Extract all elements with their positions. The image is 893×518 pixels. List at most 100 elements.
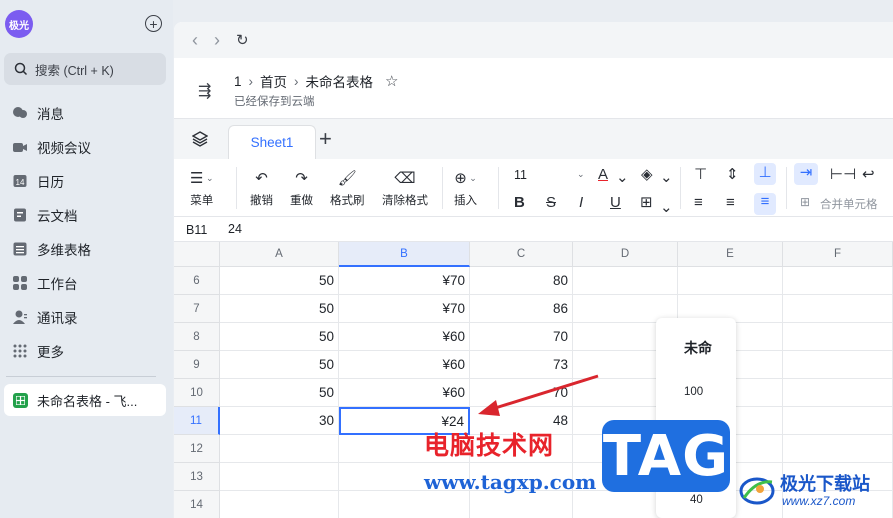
text-clip-icon[interactable]: ⊢⊣ bbox=[830, 165, 856, 183]
row-header[interactable]: 14 bbox=[174, 491, 220, 518]
sidebar-item-video[interactable]: 视频会议 bbox=[0, 130, 173, 164]
grid-cell[interactable]: ¥70 bbox=[339, 295, 470, 323]
row-header[interactable]: 6 bbox=[174, 267, 220, 295]
fill-color-icon[interactable]: ◈ bbox=[641, 165, 653, 183]
refresh-icon[interactable]: ↻ bbox=[236, 31, 249, 49]
grid-cell[interactable]: 80 bbox=[470, 267, 573, 295]
grid-cell[interactable]: 86 bbox=[470, 295, 573, 323]
font-color-icon[interactable]: A bbox=[598, 166, 608, 183]
sidebar-item-cloud-docs[interactable]: 云文档 bbox=[0, 198, 173, 232]
grid-cell[interactable]: 50 bbox=[220, 379, 339, 407]
column-header-d[interactable]: D bbox=[573, 242, 678, 267]
insert-button[interactable]: ⊕ ⌄ 插入 bbox=[454, 167, 477, 208]
grid-cell[interactable]: 50 bbox=[220, 351, 339, 379]
row-header[interactable]: 8 bbox=[174, 323, 220, 351]
clear-format-button[interactable]: ⌫ 清除格式 bbox=[382, 167, 428, 208]
breadcrumb-item[interactable]: 1 bbox=[234, 74, 242, 89]
row-header[interactable]: 11 bbox=[174, 407, 220, 435]
grid-cell[interactable]: ¥70 bbox=[339, 267, 470, 295]
grid-cell[interactable] bbox=[470, 491, 573, 518]
select-all-corner[interactable] bbox=[174, 242, 220, 267]
chevron-down-icon[interactable]: ⌄ bbox=[577, 169, 585, 180]
column-header-a[interactable]: A bbox=[220, 242, 339, 267]
chevron-down-icon[interactable]: ⌄ bbox=[616, 168, 629, 186]
doc-title[interactable]: 未命名表格 bbox=[306, 71, 374, 91]
grid-cell[interactable] bbox=[678, 267, 783, 295]
chevron-down-icon[interactable]: ⌄ bbox=[660, 198, 673, 216]
italic-icon[interactable]: I bbox=[579, 194, 583, 211]
outline-toggle-icon[interactable]: ⇶ bbox=[198, 81, 211, 101]
redo-button[interactable]: ↷ 重做 bbox=[290, 167, 313, 208]
open-document-tab[interactable]: 未命名表格 - 飞... bbox=[4, 384, 166, 416]
search-input[interactable]: 搜索 (Ctrl + K) bbox=[4, 53, 166, 85]
sidebar-item-more[interactable]: 更多 bbox=[0, 334, 173, 368]
font-size-select[interactable]: 11 bbox=[514, 168, 527, 182]
grid-cell[interactable] bbox=[783, 435, 893, 463]
grid-cell[interactable] bbox=[220, 491, 339, 518]
text-wrap-icon[interactable]: ↩ bbox=[862, 165, 875, 183]
tab-sheet1[interactable]: Sheet1 bbox=[228, 125, 316, 159]
cell-reference[interactable]: B11 bbox=[186, 223, 207, 237]
grid-cell[interactable]: ¥60 bbox=[339, 379, 470, 407]
merge-cells-button[interactable]: 合并单元格 bbox=[820, 196, 878, 212]
search-icon bbox=[14, 62, 28, 76]
format-painter-button[interactable]: 🖌 格式刷 bbox=[330, 167, 365, 208]
column-header-b[interactable]: B bbox=[339, 242, 470, 267]
align-top-icon[interactable]: ⊤ bbox=[694, 165, 707, 183]
text-overflow-icon[interactable]: ⇥ bbox=[794, 163, 818, 185]
bold-icon[interactable]: B bbox=[514, 194, 525, 211]
grid-cell[interactable]: 30 bbox=[220, 407, 339, 435]
row-header[interactable]: 10 bbox=[174, 379, 220, 407]
row-header[interactable]: 9 bbox=[174, 351, 220, 379]
grid-cell[interactable]: 50 bbox=[220, 323, 339, 351]
grid-cell[interactable] bbox=[573, 267, 678, 295]
align-center-icon[interactable]: ≡ bbox=[726, 194, 735, 211]
undo-button[interactable]: ↶ 撤销 bbox=[250, 167, 273, 208]
avatar[interactable]: 极光 bbox=[5, 10, 33, 38]
sidebar-item-contacts[interactable]: 通讯录 bbox=[0, 300, 173, 334]
grid-cell[interactable] bbox=[783, 323, 893, 351]
grid-cell[interactable] bbox=[220, 463, 339, 491]
sidebar-item-base[interactable]: 多维表格 bbox=[0, 232, 173, 266]
underline-icon[interactable]: U bbox=[610, 194, 621, 211]
layers-icon[interactable] bbox=[191, 131, 209, 150]
column-header-f[interactable]: F bbox=[783, 242, 893, 267]
sidebar-item-workplace[interactable]: 工作台 bbox=[0, 266, 173, 300]
sidebar-item-messages[interactable]: 消息 bbox=[0, 96, 173, 130]
align-bottom-icon[interactable]: ⊥ bbox=[754, 163, 776, 185]
redo-label: 重做 bbox=[290, 195, 313, 207]
grid-cell[interactable] bbox=[339, 491, 470, 518]
open-document-label: 未命名表格 - 飞... bbox=[37, 393, 138, 409]
formula-input[interactable]: 24 bbox=[228, 222, 242, 236]
grid-cell[interactable]: 50 bbox=[220, 267, 339, 295]
add-sheet-icon[interactable]: + bbox=[319, 126, 332, 152]
menu-button[interactable]: ☰ ⌄ 菜单 bbox=[190, 167, 214, 208]
breadcrumb-item[interactable]: 首页 bbox=[260, 71, 287, 91]
grid-cell[interactable] bbox=[220, 435, 339, 463]
grid-cell[interactable] bbox=[783, 351, 893, 379]
grid-cell[interactable] bbox=[783, 379, 893, 407]
row-header[interactable]: 13 bbox=[174, 463, 220, 491]
border-icon[interactable]: ⊞ bbox=[640, 193, 653, 211]
align-middle-icon[interactable]: ⇕ bbox=[726, 165, 739, 183]
strikethrough-icon[interactable]: S bbox=[546, 194, 556, 211]
star-icon[interactable]: ☆ bbox=[385, 72, 398, 90]
grid-cell[interactable]: 50 bbox=[220, 295, 339, 323]
column-header-c[interactable]: C bbox=[470, 242, 573, 267]
back-icon[interactable]: ‹ bbox=[192, 30, 198, 51]
align-right-icon[interactable]: ≡ bbox=[754, 193, 776, 215]
grid-cell[interactable] bbox=[783, 267, 893, 295]
sidebar-item-calendar[interactable]: 14 日历 bbox=[0, 164, 173, 198]
grid-cell[interactable] bbox=[783, 295, 893, 323]
grid-cell[interactable] bbox=[783, 407, 893, 435]
grid-cell[interactable]: ¥60 bbox=[339, 351, 470, 379]
row-header[interactable]: 12 bbox=[174, 435, 220, 463]
grid-cell[interactable]: ¥60 bbox=[339, 323, 470, 351]
align-left-icon[interactable]: ≡ bbox=[694, 194, 703, 211]
grid-cell[interactable]: 70 bbox=[470, 323, 573, 351]
column-header-e[interactable]: E bbox=[678, 242, 783, 267]
forward-icon[interactable]: › bbox=[214, 30, 220, 51]
chevron-down-icon[interactable]: ⌄ bbox=[660, 168, 673, 186]
new-plus-icon[interactable]: + bbox=[145, 15, 162, 32]
row-header[interactable]: 7 bbox=[174, 295, 220, 323]
